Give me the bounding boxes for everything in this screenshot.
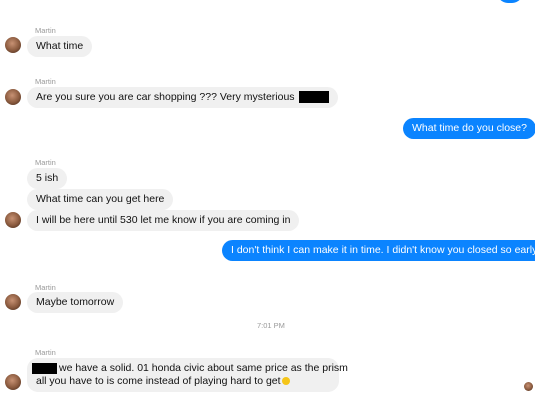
- read-receipt-avatar: [524, 382, 533, 391]
- redaction-block: [299, 91, 330, 104]
- incoming-message[interactable]: What time can you get here: [27, 189, 174, 210]
- avatar[interactable]: [5, 212, 21, 228]
- incoming-message-multiline[interactable]: we have a solid. 01 honda civic about sa…: [27, 358, 348, 392]
- incoming-message[interactable]: 5 ish: [27, 168, 68, 189]
- smiling-face-emoji-icon: [281, 377, 290, 386]
- incoming-message[interactable]: Are you sure you are car shopping ??? Ve…: [27, 87, 339, 108]
- incoming-message[interactable]: What time: [27, 36, 93, 57]
- message-text: all you have to is come instead of playi…: [36, 375, 281, 387]
- timestamp: 7:01 PM: [257, 321, 285, 330]
- sender-name: Martin: [35, 158, 56, 167]
- sender-name: Martin: [35, 283, 56, 292]
- message-line: all you have to is come instead of playi…: [36, 375, 330, 388]
- message-text: Are you sure you are car shopping ??? Ve…: [36, 91, 295, 103]
- message-line: we have a solid. 01 honda civic about sa…: [32, 362, 348, 375]
- sender-name: Martin: [35, 26, 56, 35]
- avatar[interactable]: [5, 374, 21, 390]
- avatar[interactable]: [5, 294, 21, 310]
- sender-name: Martin: [35, 348, 56, 357]
- avatar[interactable]: [5, 89, 21, 105]
- avatar[interactable]: [5, 37, 21, 53]
- outgoing-bubble-partial: [497, 0, 523, 3]
- sender-name: Martin: [35, 77, 56, 86]
- outgoing-message[interactable]: I don't think I can make it in time. I d…: [222, 240, 535, 261]
- outgoing-message[interactable]: What time do you close?: [403, 118, 535, 139]
- redaction-block: [32, 362, 57, 374]
- incoming-message[interactable]: Maybe tomorrow: [27, 292, 124, 313]
- incoming-message[interactable]: I will be here until 530 let me know if …: [27, 210, 300, 231]
- message-text: we have a solid. 01 honda civic about sa…: [59, 362, 348, 374]
